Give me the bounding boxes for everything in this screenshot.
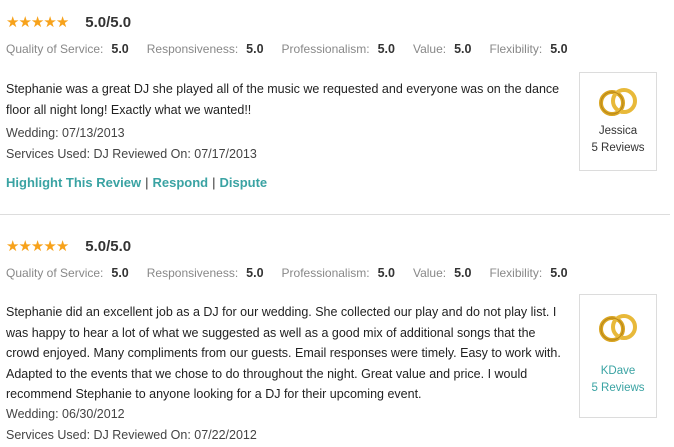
star-icon: ★	[55, 13, 69, 31]
overall-score: 5.0/5.0	[85, 13, 132, 31]
star-icon: ★	[18, 13, 31, 31]
star-icon: ★	[55, 237, 69, 255]
reviewer-name[interactable]: KDave	[580, 363, 656, 379]
review-item: ★ ★ ★ ★ ★ 5.0/5.0 Quality of Service: 5.0…	[0, 224, 674, 447]
rating-value: Value: 5.0	[412, 42, 472, 56]
rating-professionalism: Professionalism: 5.0	[281, 266, 395, 280]
review-text: Stephanie was a great DJ she played all …	[6, 82, 560, 117]
separator: |	[145, 175, 149, 190]
reviewer-review-count: 5 Reviews	[591, 142, 645, 154]
wedding-date: Wedding: 06/30/2012	[6, 407, 125, 421]
dispute-link[interactable]: Dispute	[219, 175, 267, 190]
overall-score: 5.0/5.0	[85, 237, 132, 255]
respond-link[interactable]: Respond	[152, 175, 208, 190]
star-icon: ★	[43, 237, 56, 255]
rating-flexibility: Flexibility: 5.0	[489, 42, 568, 56]
rating-summary: ★ ★ ★ ★ ★ 5.0/5.0	[6, 12, 131, 32]
services-used: Services Used: DJ Reviewed On: 07/22/201…	[6, 428, 257, 442]
star-rating: ★ ★ ★ ★ ★	[6, 13, 69, 31]
rating-value: Value: 5.0	[412, 266, 472, 280]
rating-flexibility: Flexibility: 5.0	[489, 266, 568, 280]
rating-summary: ★ ★ ★ ★ ★ 5.0/5.0	[6, 236, 131, 256]
highlight-review-link[interactable]: Highlight This Review	[6, 175, 141, 190]
category-ratings: Quality of Service: 5.0 Responsiveness: 5.…	[6, 42, 586, 56]
star-icon: ★	[6, 13, 19, 31]
review-item: ★ ★ ★ ★ ★ 5.0/5.0 Quality of Service: 5.0…	[0, 0, 674, 215]
rating-professionalism: Professionalism: 5.0	[281, 42, 395, 56]
wedding-rings-icon	[599, 314, 637, 342]
wedding-rings-icon	[599, 88, 637, 116]
reviewer-review-count[interactable]: 5 Reviews	[580, 379, 656, 397]
star-icon: ★	[30, 237, 44, 255]
reviewer-card[interactable]: KDave 5 Reviews	[579, 294, 657, 418]
star-icon: ★	[30, 13, 44, 31]
star-icon: ★	[43, 13, 56, 31]
star-icon: ★	[18, 237, 31, 255]
star-icon: ★	[6, 237, 19, 255]
rating-quality: Quality of Service: 5.0	[6, 266, 129, 280]
wedding-date: Wedding: 07/13/2013	[6, 126, 125, 140]
review-text: Stephanie did an excellent job as a DJ f…	[6, 305, 561, 401]
star-rating: ★ ★ ★ ★ ★	[6, 237, 69, 255]
category-ratings: Quality of Service: 5.0 Responsiveness: 5.…	[6, 266, 586, 280]
rating-responsiveness: Responsiveness: 5.0	[146, 266, 264, 280]
rating-responsiveness: Responsiveness: 5.0	[146, 42, 264, 56]
rating-quality: Quality of Service: 5.0	[6, 42, 129, 56]
reviewer-name: Jessica	[598, 125, 638, 137]
divider	[0, 214, 670, 215]
separator: |	[212, 175, 216, 190]
services-used: Services Used: DJ Reviewed On: 07/17/201…	[6, 147, 257, 161]
review-actions: Highlight This Review | Respond | Dispute	[6, 175, 267, 190]
reviewer-card[interactable]: Jessica 5 Reviews	[579, 72, 657, 171]
